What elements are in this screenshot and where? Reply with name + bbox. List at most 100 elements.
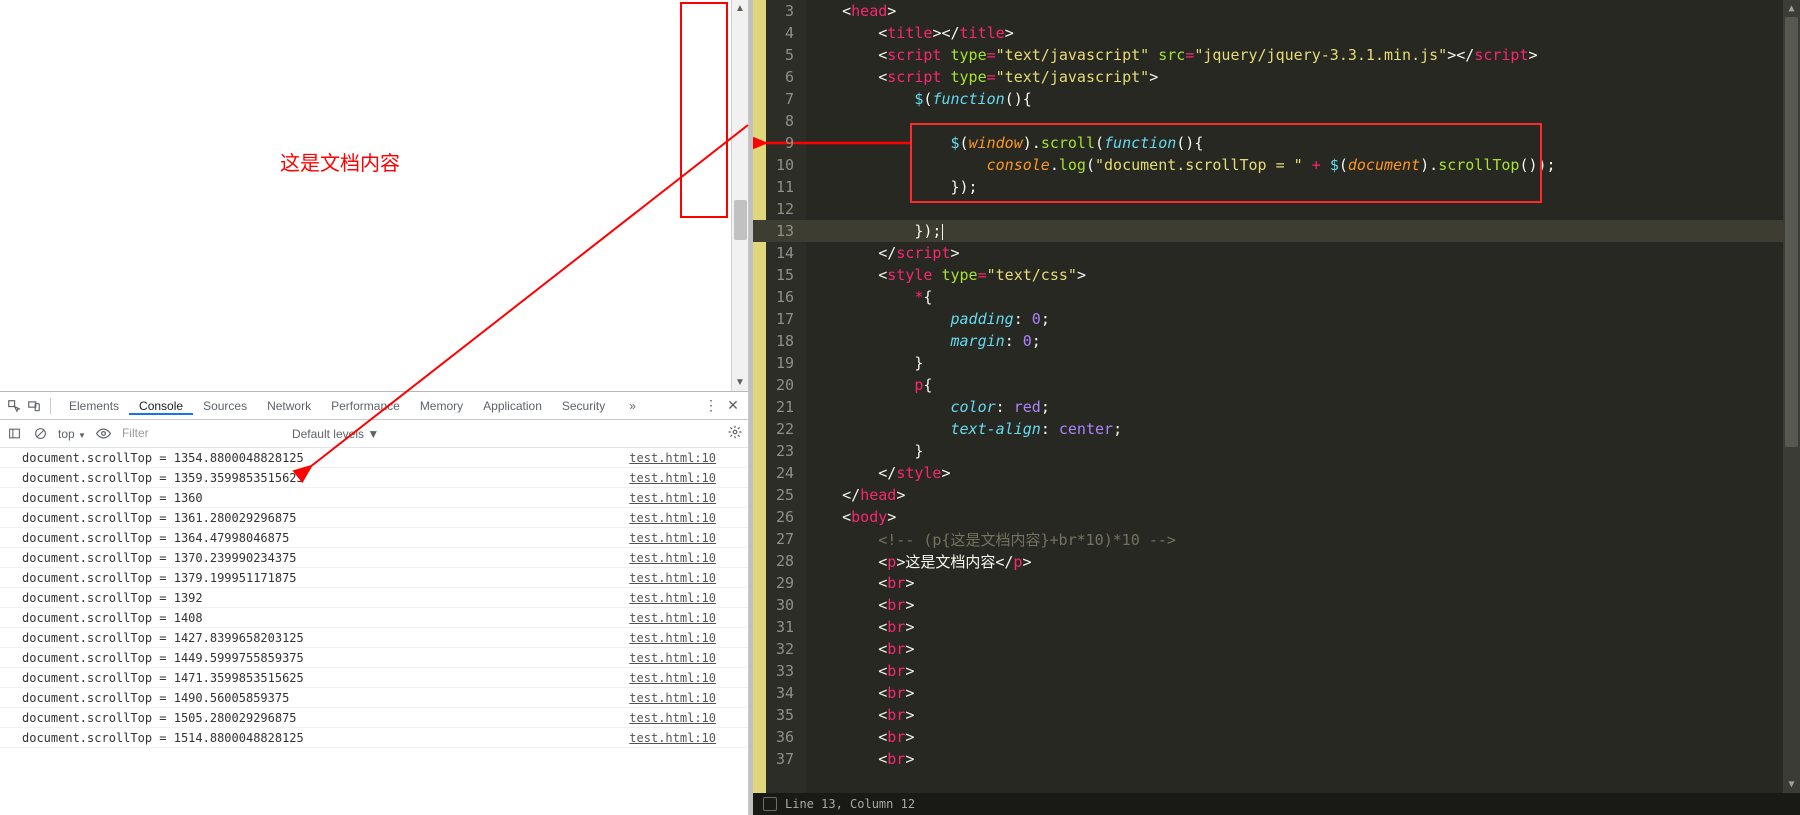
line-content[interactable]: </head> xyxy=(806,486,1800,504)
line-number[interactable]: 8 xyxy=(753,112,806,130)
line-number[interactable]: 7 xyxy=(753,90,806,108)
console-log-row[interactable]: document.scrollTop = 1364.47998046875tes… xyxy=(0,528,748,548)
code-line[interactable]: 30 <br> xyxy=(753,594,1800,616)
code-area[interactable]: 3 <head>4 <title></title>5 <script type=… xyxy=(753,0,1800,793)
code-line[interactable]: 35 <br> xyxy=(753,704,1800,726)
line-content[interactable]: <style type="text/css"> xyxy=(806,266,1800,284)
log-source-link[interactable]: test.html:10 xyxy=(629,711,726,725)
line-number[interactable]: 35 xyxy=(753,706,806,724)
line-content[interactable]: <br> xyxy=(806,750,1800,768)
console-log-row[interactable]: document.scrollTop = 1392test.html:10 xyxy=(0,588,748,608)
console-filter[interactable] xyxy=(122,426,282,441)
code-editor[interactable]: 3 <head>4 <title></title>5 <script type=… xyxy=(753,0,1800,815)
line-number[interactable]: 31 xyxy=(753,618,806,636)
line-number[interactable]: 28 xyxy=(753,552,806,570)
log-source-link[interactable]: test.html:10 xyxy=(629,511,726,525)
line-number[interactable]: 15 xyxy=(753,266,806,284)
code-line[interactable]: 24 </style> xyxy=(753,462,1800,484)
code-line[interactable]: 17 padding: 0; xyxy=(753,308,1800,330)
tab-security[interactable]: Security xyxy=(552,399,615,413)
console-log-row[interactable]: document.scrollTop = 1449.5999755859375t… xyxy=(0,648,748,668)
line-number[interactable]: 11 xyxy=(753,178,806,196)
line-content[interactable]: <body> xyxy=(806,508,1800,526)
console-log-row[interactable]: document.scrollTop = 1427.8399658203125t… xyxy=(0,628,748,648)
log-source-link[interactable]: test.html:10 xyxy=(629,611,726,625)
code-line[interactable]: 26 <body> xyxy=(753,506,1800,528)
code-line[interactable]: 21 color: red; xyxy=(753,396,1800,418)
console-log-row[interactable]: document.scrollTop = 1505.280029296875te… xyxy=(0,708,748,728)
line-content[interactable]: <br> xyxy=(806,728,1800,746)
line-content[interactable]: <br> xyxy=(806,596,1800,614)
line-number[interactable]: 12 xyxy=(753,200,806,218)
line-number[interactable]: 18 xyxy=(753,332,806,350)
line-number[interactable]: 13 xyxy=(753,222,806,240)
scroll-down-arrow[interactable]: ▼ xyxy=(732,374,748,391)
tab-memory[interactable]: Memory xyxy=(410,399,473,413)
line-number[interactable]: 33 xyxy=(753,662,806,680)
scroll-thumb[interactable] xyxy=(734,200,747,240)
code-line[interactable]: 10 console.log("document.scrollTop = " +… xyxy=(753,154,1800,176)
preview-scrollbar[interactable]: ▲ ▼ xyxy=(731,0,748,391)
clear-console-icon[interactable] xyxy=(32,426,48,442)
line-content[interactable]: *{ xyxy=(806,288,1800,306)
line-number[interactable]: 10 xyxy=(753,156,806,174)
console-log-area[interactable]: document.scrollTop = 1354.8800048828125t… xyxy=(0,448,748,815)
line-content[interactable]: text-align: center; xyxy=(806,420,1800,438)
log-source-link[interactable]: test.html:10 xyxy=(629,691,726,705)
console-log-row[interactable]: document.scrollTop = 1370.239990234375te… xyxy=(0,548,748,568)
line-number[interactable]: 4 xyxy=(753,24,806,42)
line-content[interactable]: $(window).scroll(function(){ xyxy=(806,134,1800,152)
line-content[interactable]: color: red; xyxy=(806,398,1800,416)
code-line[interactable]: 14 </script> xyxy=(753,242,1800,264)
log-source-link[interactable]: test.html:10 xyxy=(629,471,726,485)
code-line[interactable]: 32 <br> xyxy=(753,638,1800,660)
line-number[interactable]: 14 xyxy=(753,244,806,262)
line-number[interactable]: 25 xyxy=(753,486,806,504)
devtools-menu-icon[interactable]: ⋮ xyxy=(702,397,720,414)
line-content[interactable]: } xyxy=(806,442,1800,460)
code-line[interactable]: 4 <title></title> xyxy=(753,22,1800,44)
line-content[interactable]: p{ xyxy=(806,376,1800,394)
code-line[interactable]: 3 <head> xyxy=(753,0,1800,22)
console-log-row[interactable]: document.scrollTop = 1408test.html:10 xyxy=(0,608,748,628)
log-source-link[interactable]: test.html:10 xyxy=(629,671,726,685)
tabs-overflow[interactable]: » xyxy=(619,392,646,420)
code-line[interactable]: 8 xyxy=(753,110,1800,132)
log-levels-selector[interactable]: Default levels ▼ xyxy=(292,427,379,441)
console-log-row[interactable]: document.scrollTop = 1360test.html:10 xyxy=(0,488,748,508)
log-source-link[interactable]: test.html:10 xyxy=(629,531,726,545)
line-number[interactable]: 5 xyxy=(753,46,806,64)
scroll-up-arrow[interactable]: ▲ xyxy=(732,0,748,17)
line-number[interactable]: 16 xyxy=(753,288,806,306)
line-content[interactable]: <br> xyxy=(806,684,1800,702)
line-number[interactable]: 20 xyxy=(753,376,806,394)
log-source-link[interactable]: test.html:10 xyxy=(629,451,726,465)
line-content[interactable]: } xyxy=(806,354,1800,372)
line-content[interactable] xyxy=(806,112,1800,130)
line-content[interactable]: <script type="text/javascript" src="jque… xyxy=(806,46,1800,64)
console-log-row[interactable]: document.scrollTop = 1361.280029296875te… xyxy=(0,508,748,528)
inspect-icon[interactable] xyxy=(6,398,22,414)
log-source-link[interactable]: test.html:10 xyxy=(629,491,726,505)
line-number[interactable]: 26 xyxy=(753,508,806,526)
line-number[interactable]: 19 xyxy=(753,354,806,372)
line-content[interactable]: <script type="text/javascript"> xyxy=(806,68,1800,86)
code-line[interactable]: 9 $(window).scroll(function(){ xyxy=(753,132,1800,154)
tab-application[interactable]: Application xyxy=(473,399,552,413)
context-selector[interactable]: top ▼ xyxy=(58,427,86,441)
line-content[interactable]: <title></title> xyxy=(806,24,1800,42)
line-number[interactable]: 3 xyxy=(753,2,806,20)
code-line[interactable]: 27 <!-- (p{这是文档内容}+br*10)*10 --> xyxy=(753,528,1800,550)
line-content[interactable]: <br> xyxy=(806,640,1800,658)
code-line[interactable]: 29 <br> xyxy=(753,572,1800,594)
console-log-row[interactable]: document.scrollTop = 1514.8800048828125t… xyxy=(0,728,748,748)
tab-performance[interactable]: Performance xyxy=(321,399,410,413)
line-number[interactable]: 9 xyxy=(753,134,806,152)
live-expression-icon[interactable] xyxy=(96,426,112,442)
tab-elements[interactable]: Elements xyxy=(59,399,129,413)
code-line[interactable]: 11 }); xyxy=(753,176,1800,198)
code-line[interactable]: 25 </head> xyxy=(753,484,1800,506)
line-content[interactable]: <!-- (p{这是文档内容}+br*10)*10 --> xyxy=(806,529,1800,550)
line-number[interactable]: 32 xyxy=(753,640,806,658)
code-line[interactable]: 20 p{ xyxy=(753,374,1800,396)
